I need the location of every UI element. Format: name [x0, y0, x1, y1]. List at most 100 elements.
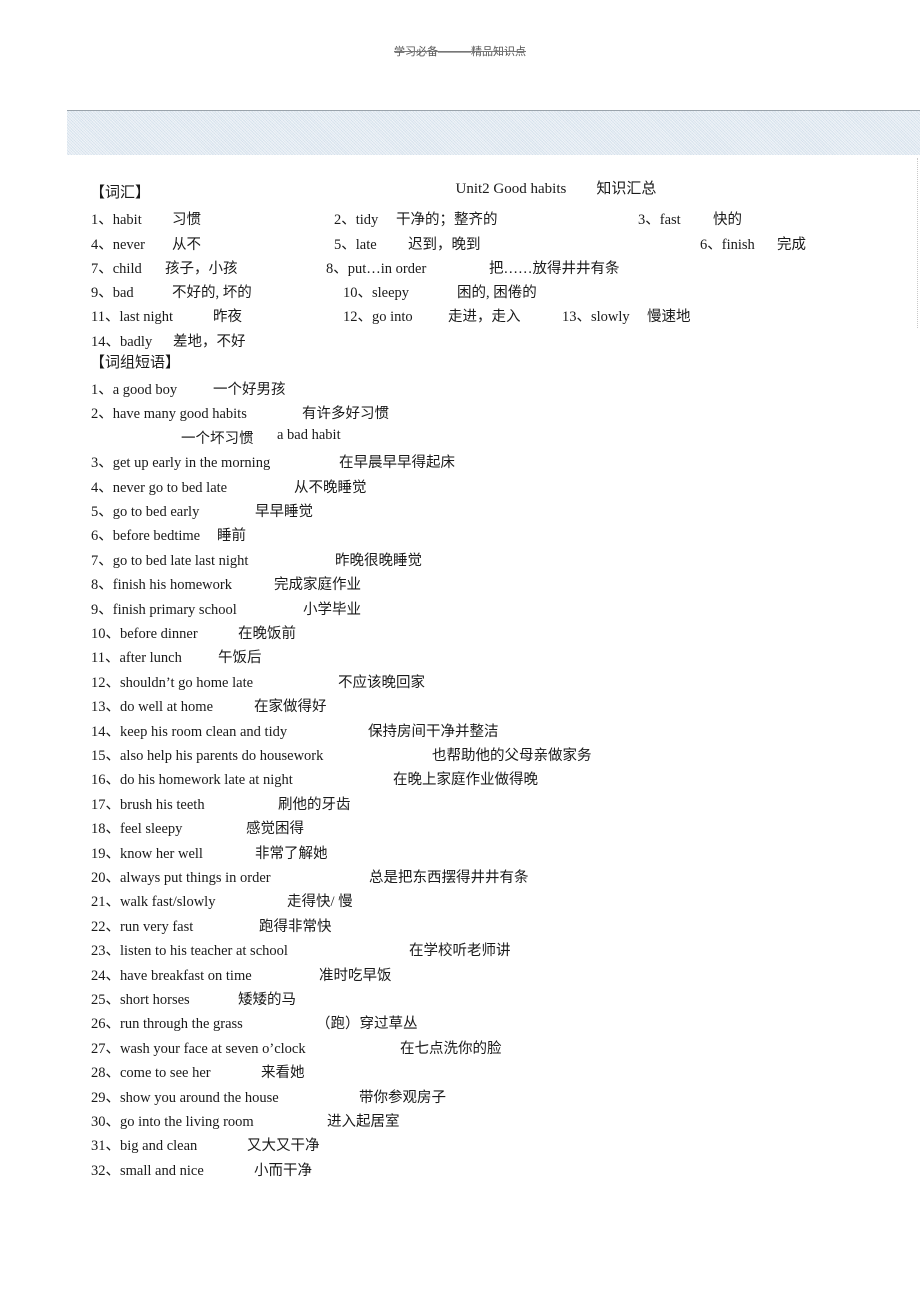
phrase-number: 15、	[91, 748, 120, 764]
vocab-meaning: 干净的；整齐的	[396, 212, 498, 228]
phrase-text: wash your face at seven o’clock	[120, 1040, 306, 1057]
vocab-item: 11、last night	[91, 309, 174, 325]
phrase-number: 16、	[91, 772, 120, 789]
vocab-item: 9、bad	[91, 285, 134, 301]
phrase-text: have many good habits	[112, 406, 247, 423]
phrase-meaning: 从不晚睡觉	[294, 479, 367, 496]
phrase-text: finish primary school	[112, 601, 237, 618]
phrase-meaning: 矮矮的马	[238, 992, 296, 1008]
phrase-text: keep his room clean and tidy	[120, 723, 288, 740]
phrase-meaning: 进入起居室	[327, 1114, 400, 1130]
phrase-text: small and nice	[120, 1162, 204, 1179]
phrase-number: 26、	[91, 1016, 120, 1033]
phrase-meaning: 小学毕业	[303, 601, 361, 618]
phrase-english: 21、walk fast/slowly	[91, 890, 215, 911]
phrase-item: 25、short horses 矮矮的马	[91, 988, 911, 1008]
vocab-row: 9、bad 不好的, 坏的 10、sleepy 困的, 困倦的	[91, 281, 911, 301]
phrase-number: 29、	[91, 1089, 120, 1106]
phrase-meaning: 也帮助他的父母亲做家务	[432, 748, 592, 764]
phrase-meaning: 带你参观房子	[359, 1089, 446, 1106]
phrase-meaning: （跑）穿过草丛	[316, 1016, 418, 1033]
phrase-text: big and clean	[120, 1138, 198, 1155]
phrase-item: 10、before dinner 在晚饭前	[91, 622, 911, 642]
phrase-meaning: 跑得非常快	[259, 918, 332, 935]
phrase-item: 23、listen to his teacher at school 在学校听老师…	[91, 939, 911, 959]
phrase-item: 9、finish primary school 小学毕业	[91, 598, 911, 618]
phrase-item: 6、before bedtime 睡前	[91, 524, 911, 544]
vocab-item: 6、finish	[700, 237, 755, 253]
phrase-number: 9、	[91, 601, 113, 618]
phrase-item: 1、a good boy 一个好男孩	[91, 378, 911, 398]
phrase-number: 1、	[91, 382, 113, 398]
vocabulary-heading: 【词汇】	[90, 185, 151, 201]
phrase-english: 5、go to bed early	[91, 500, 199, 521]
phrase-text: after lunch	[119, 650, 182, 667]
phrase-number: 5、	[91, 504, 113, 520]
phrase-number: 10、	[91, 626, 120, 642]
document-title: Unit2 Good habits 知识汇总	[448, 160, 657, 198]
phrase-item: 7、go to bed late last night 昨晚很晚睡觉	[91, 549, 911, 569]
phrase-meaning: 有许多好习惯	[302, 406, 389, 423]
phrase-english: 25、short horses	[91, 988, 190, 1009]
phrase-text: walk fast/slowly	[120, 894, 216, 911]
watermark: 学习必备———精品知识点	[394, 46, 526, 58]
phrase-text: always put things in order	[120, 870, 271, 886]
vocab-item: 10、sleepy	[343, 285, 410, 301]
phrase-meaning: 在学校听老师讲	[409, 943, 511, 960]
phrase-text: have breakfast on time	[120, 967, 252, 984]
title-english: Unit2 Good habits	[455, 181, 567, 197]
phrase-english: 11、after lunch	[91, 646, 182, 667]
vocab-meaning: 把……放得井井有条	[489, 261, 620, 277]
vocab-meaning: 习惯	[172, 212, 201, 228]
phrase-text: show you around the house	[120, 1089, 279, 1106]
phrase-meaning: 准时吃早饭	[319, 967, 392, 984]
phrase-item: 24、have breakfast on time 准时吃早饭	[91, 964, 911, 984]
phrase-text: go to bed late last night	[112, 552, 249, 569]
phrase-english: 17、brush his teeth	[91, 793, 205, 814]
phrase-number: 21、	[91, 894, 120, 911]
phrase-item: 19、know her well 非常了解她	[91, 842, 911, 862]
phrase-number: 22、	[91, 918, 120, 935]
vocab-item: 8、put…in order	[326, 261, 427, 277]
phrase-text: run through the grass	[120, 1016, 243, 1033]
phrase-english: 18、feel sleepy	[91, 817, 182, 838]
phrase-meaning: 感觉困得	[246, 821, 304, 838]
phrase-english: 31、big and clean	[91, 1134, 197, 1155]
phrase-text: also help his parents do housework	[120, 748, 324, 764]
vocab-row: 1、habit 习惯 2、tidy 干净的；整齐的 3、fast 快的	[91, 208, 911, 228]
phrase-meaning: 小而干净	[254, 1162, 312, 1179]
phrase-english: 3、get up early in the morning	[91, 451, 270, 472]
phrase-meaning: 非常了解她	[255, 845, 328, 862]
vocab-meaning: 不好的, 坏的	[172, 285, 252, 301]
phrase-meaning: 一个好男孩	[213, 382, 286, 398]
phrase-text: know her well	[120, 845, 203, 862]
phrase-number: 11、	[91, 650, 120, 667]
phrase-english: 10、before dinner	[91, 622, 198, 643]
phrase-text: before dinner	[120, 626, 198, 642]
phrase-english: 20、always put things in order	[91, 866, 271, 887]
phrase-english: 30、go into the living room	[91, 1110, 254, 1131]
phrase-meaning: 保持房间干净并整洁	[368, 723, 499, 740]
phrase-number: 8、	[91, 577, 113, 594]
vocab-meaning: 迟到，晚到	[408, 237, 481, 253]
phrase-item: 5、go to bed early 早早睡觉	[91, 500, 911, 520]
phrase-text: go to bed early	[112, 504, 200, 520]
phrase-english: 14、keep his room clean and tidy	[91, 720, 287, 741]
phrase-item: 8、finish his homework 完成家庭作业	[91, 573, 911, 593]
phrase-meaning: 在七点洗你的脸	[400, 1040, 502, 1057]
vocab-meaning: 慢速地	[647, 309, 691, 325]
phrase-number: 19、	[91, 845, 120, 862]
phrase-item: 30、go into the living room 进入起居室	[91, 1110, 911, 1130]
vocab-item: 2、tidy	[334, 212, 379, 228]
phrase-number: 13、	[91, 699, 120, 716]
phrase-number: 18、	[91, 821, 120, 838]
vocab-item: 5、late	[334, 237, 377, 253]
phrase-number: 32、	[91, 1162, 120, 1179]
vocab-item: 7、child	[91, 261, 142, 277]
phrase-text: a good boy	[112, 382, 178, 398]
phrase-item: 18、feel sleepy 感觉困得	[91, 817, 911, 837]
phrase-english: a bad habit	[277, 426, 341, 443]
phrase-item: 20、always put things in order 总是把东西摆得井井有条	[91, 866, 911, 886]
phrase-meaning: 走得快/ 慢	[287, 894, 353, 911]
phrase-item: 31、big and clean 又大又干净	[91, 1134, 911, 1154]
